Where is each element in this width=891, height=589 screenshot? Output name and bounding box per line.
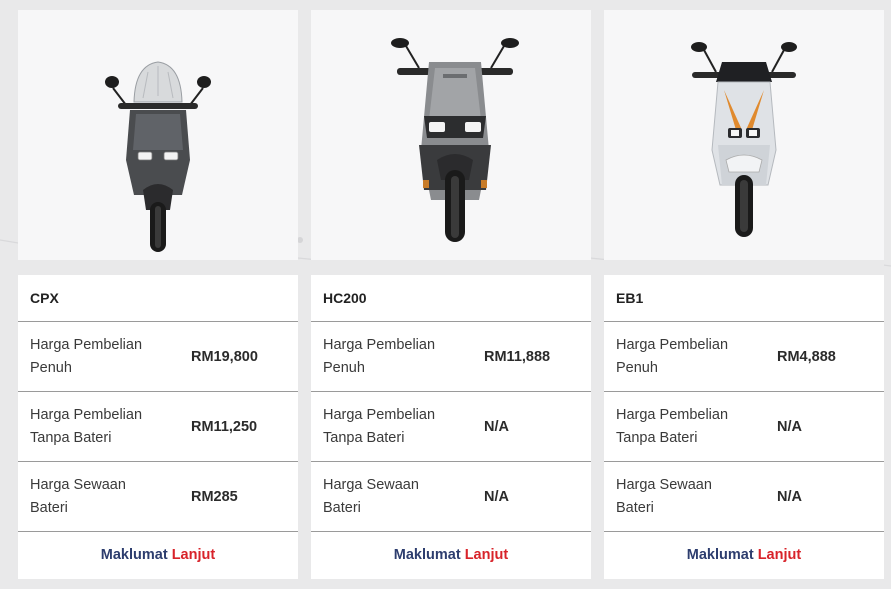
price-label: Harga Sewaan Bateri: [30, 474, 191, 520]
price-row-battery-rental: Harga Sewaan Bateri RM285: [18, 462, 298, 532]
price-label: Harga Sewaan Bateri: [323, 474, 484, 520]
product-image-area: [311, 10, 591, 260]
card-spacer: [18, 260, 298, 275]
price-label-line1: Harga Sewaan: [616, 476, 712, 493]
price-value: RM19,800: [191, 348, 258, 365]
model-header: CPX: [18, 275, 298, 322]
card-spacer: [311, 260, 591, 275]
price-label-line2: Penuh: [30, 359, 72, 376]
product-info: HC200 Harga Pembelian Penuh RM11,888 Har…: [311, 275, 591, 579]
product-card-eb1: EB1 Harga Pembelian Penuh RM4,888 Harga …: [604, 10, 884, 579]
price-value: N/A: [777, 418, 802, 435]
model-name: HC200: [323, 290, 367, 306]
price-label: Harga Pembelian Penuh: [616, 334, 777, 380]
price-value: RM4,888: [777, 348, 836, 365]
price-value: N/A: [484, 418, 509, 435]
price-label: Harga Pembelian Tanpa Bateri: [30, 404, 191, 450]
price-label: Harga Pembelian Tanpa Bateri: [323, 404, 484, 450]
more-info-text-part1[interactable]: Maklumat: [687, 547, 754, 563]
product-image-area: [18, 10, 298, 260]
model-header: HC200: [311, 275, 591, 322]
price-value: RM11,250: [191, 418, 258, 435]
price-row-no-battery: Harga Pembelian Tanpa Bateri RM11,250: [18, 392, 298, 462]
price-row-battery-rental: Harga Sewaan Bateri N/A: [311, 462, 591, 532]
price-label-line1: Harga Pembelian: [30, 336, 143, 353]
price-value: N/A: [484, 488, 509, 505]
price-value: RM11,888: [484, 348, 551, 365]
price-label-line1: Harga Sewaan: [30, 476, 126, 493]
product-info: CPX Harga Pembelian Penuh RM19,800 Harga…: [18, 275, 298, 579]
more-info-text-part2[interactable]: Lanjut: [172, 547, 216, 563]
price-row-full: Harga Pembelian Penuh RM11,888: [311, 322, 591, 392]
price-row-full: Harga Pembelian Penuh RM19,800: [18, 322, 298, 392]
price-row-full: Harga Pembelian Penuh RM4,888: [604, 322, 884, 392]
price-label-line1: Harga Sewaan: [323, 476, 419, 493]
price-label-line1: Harga Pembelian: [323, 336, 436, 353]
more-info-link[interactable]: Maklumat Lanjut: [311, 532, 591, 578]
price-label-line2: Penuh: [323, 359, 365, 376]
hc200-scooter-image: [391, 38, 519, 242]
price-row-no-battery: Harga Pembelian Tanpa Bateri N/A: [311, 392, 591, 462]
price-label-line1: Harga Pembelian: [323, 406, 436, 423]
price-label-line2: Bateri: [616, 499, 654, 516]
price-label: Harga Pembelian Penuh: [30, 334, 191, 380]
price-value: N/A: [777, 488, 802, 505]
more-info-text-part2[interactable]: Lanjut: [465, 547, 509, 563]
product-image-area: [604, 10, 884, 260]
more-info-text-part1[interactable]: Maklumat: [101, 547, 168, 563]
price-label-line2: Tanpa Bateri: [323, 429, 405, 446]
more-info-text-part2[interactable]: Lanjut: [758, 547, 802, 563]
price-label: Harga Pembelian Penuh: [323, 334, 484, 380]
eb1-scooter-image: [691, 42, 797, 237]
price-label-line1: Harga Pembelian: [616, 336, 729, 353]
product-card-hc200: HC200 Harga Pembelian Penuh RM11,888 Har…: [311, 10, 591, 579]
more-info-link[interactable]: Maklumat Lanjut: [604, 532, 884, 578]
price-row-no-battery: Harga Pembelian Tanpa Bateri N/A: [604, 392, 884, 462]
product-card-cpx: CPX Harga Pembelian Penuh RM19,800 Harga…: [18, 10, 298, 579]
model-name: EB1: [616, 290, 644, 306]
more-info-link[interactable]: Maklumat Lanjut: [18, 532, 298, 578]
price-label: Harga Pembelian Tanpa Bateri: [616, 404, 777, 450]
more-info-text-part1[interactable]: Maklumat: [394, 547, 461, 563]
product-info: EB1 Harga Pembelian Penuh RM4,888 Harga …: [604, 275, 884, 579]
price-label-line1: Harga Pembelian: [616, 406, 729, 423]
price-label-line2: Bateri: [323, 499, 361, 516]
model-name: CPX: [30, 290, 59, 306]
price-label-line1: Harga Pembelian: [30, 406, 143, 423]
model-header: EB1: [604, 275, 884, 322]
cpx-scooter-image: [105, 61, 211, 252]
price-label-line2: Tanpa Bateri: [616, 429, 698, 446]
price-label-line2: Tanpa Bateri: [30, 429, 112, 446]
card-spacer: [604, 260, 884, 275]
price-row-battery-rental: Harga Sewaan Bateri N/A: [604, 462, 884, 532]
price-label-line2: Bateri: [30, 499, 68, 516]
price-value: RM285: [191, 488, 238, 505]
price-label: Harga Sewaan Bateri: [616, 474, 777, 520]
price-label-line2: Penuh: [616, 359, 658, 376]
